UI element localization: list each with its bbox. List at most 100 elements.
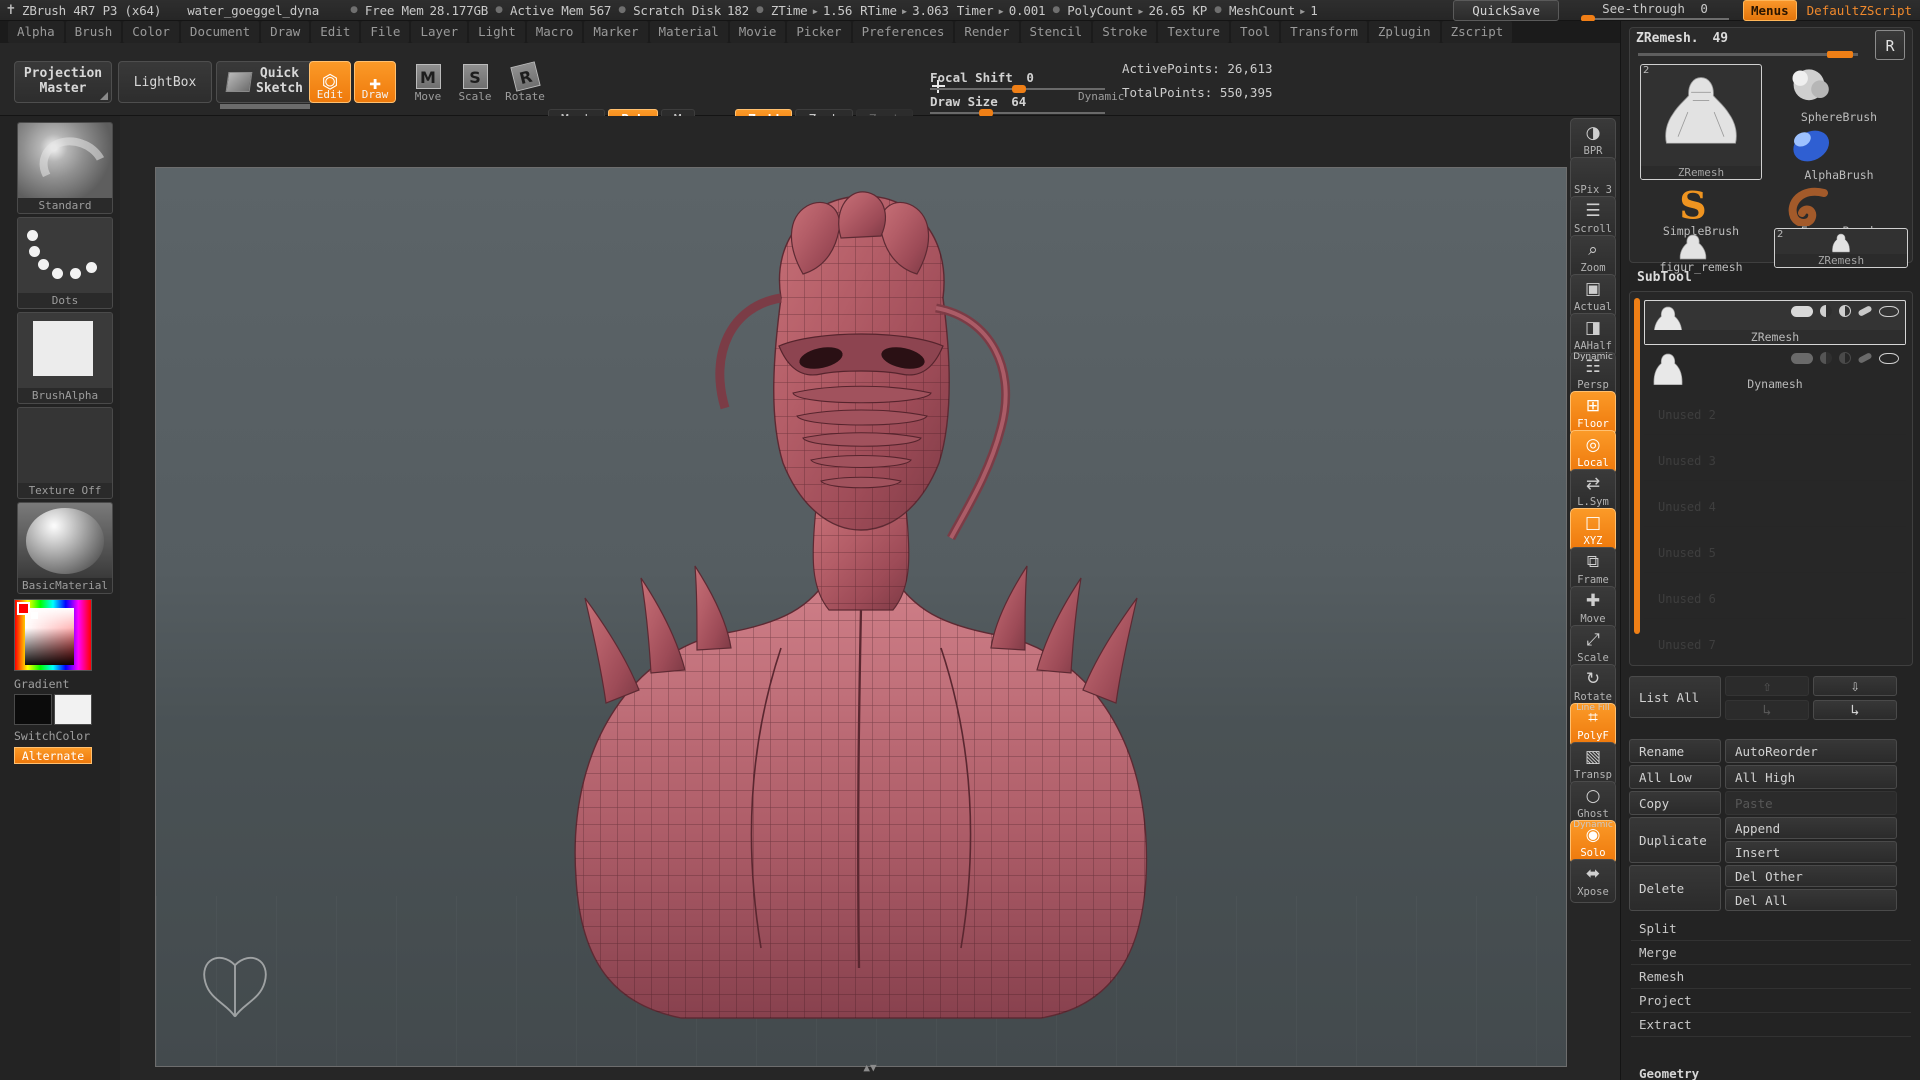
subtool-del-other-button[interactable]: Del Other	[1725, 865, 1897, 887]
color-picker[interactable]	[14, 599, 92, 671]
menu-item-brush[interactable]: Brush	[65, 21, 122, 43]
tool-tile-simplebrush[interactable]: S	[1660, 184, 1726, 228]
menu-item-document[interactable]: Document	[180, 21, 260, 43]
subtool-copy-button[interactable]: Copy	[1629, 791, 1721, 815]
secondary-color-swatch[interactable]	[54, 694, 92, 725]
eye-icon[interactable]	[1879, 305, 1899, 317]
primary-color-marker[interactable]	[17, 602, 30, 615]
rail-button-floor[interactable]: ⊞ Floor	[1570, 391, 1616, 435]
menu-item-stencil[interactable]: Stencil	[1020, 21, 1092, 43]
subtool-unused-slot[interactable]: Unused 6	[1644, 580, 1906, 619]
dynamic-label[interactable]: Dynamic	[1078, 90, 1124, 103]
primary-color-swatch[interactable]	[14, 694, 52, 725]
rail-button-rotate[interactable]: ↻ Rotate	[1570, 664, 1616, 708]
subtool-duplicate-button[interactable]: Duplicate	[1629, 817, 1721, 863]
subtool-visibility-toggles[interactable]	[1791, 352, 1899, 364]
menu-item-picker[interactable]: Picker	[787, 21, 851, 43]
menu-item-layer[interactable]: Layer	[411, 21, 468, 43]
subtool-row-zremesh[interactable]: ZRemesh	[1644, 300, 1906, 345]
subtool-del-all-button[interactable]: Del All	[1725, 889, 1897, 911]
tool-r-button[interactable]: R	[1875, 30, 1905, 60]
move-subtool-up-button[interactable]: ⇧	[1725, 676, 1809, 696]
menu-item-texture[interactable]: Texture	[1158, 21, 1230, 43]
rail-button-move[interactable]: ✚ Move	[1570, 586, 1616, 630]
subtool-unused-slot[interactable]: Unused 3	[1644, 442, 1906, 481]
rail-button-xpose[interactable]: ⬌ Xpose	[1570, 859, 1616, 903]
subtool-visibility-toggles[interactable]	[1791, 305, 1899, 317]
quick-sketch-button[interactable]: Quick Sketch	[216, 61, 314, 103]
stroke-selector[interactable]: Dots	[17, 217, 113, 309]
subtool-unused-slot[interactable]: Unused 5	[1644, 534, 1906, 573]
color-pick-dot[interactable]	[31, 612, 38, 619]
texture-selector[interactable]: Texture Off	[17, 407, 113, 499]
rail-button-ghost[interactable]: ○ Ghost	[1570, 781, 1616, 825]
subtool-rename-button[interactable]: Rename	[1629, 739, 1721, 763]
menu-item-macro[interactable]: Macro	[526, 21, 583, 43]
contrast-circle-icon[interactable]	[1839, 352, 1851, 364]
tool-slider-track[interactable]	[1638, 51, 1858, 58]
subtool-extract-row[interactable]: Extract	[1631, 1013, 1911, 1037]
lightbox-button[interactable]: LightBox	[118, 61, 212, 103]
menu-item-zscript[interactable]: Zscript	[1441, 21, 1513, 43]
paintbrush-icon[interactable]	[1857, 305, 1873, 317]
subtool-append-button[interactable]: Append	[1725, 817, 1897, 839]
rail-button-transp[interactable]: ▧ Transp	[1570, 742, 1616, 786]
section-geometry[interactable]: Geometry	[1639, 1066, 1699, 1080]
move-subtool-down-button[interactable]: ⇩	[1813, 676, 1897, 696]
tool-tile-figur-remesh[interactable]	[1670, 232, 1716, 262]
half-moon-icon[interactable]	[1820, 305, 1832, 317]
rail-button-scroll[interactable]: ☰ Scroll	[1570, 196, 1616, 240]
rail-button-spix[interactable]: SPix 3	[1570, 157, 1616, 201]
viewport-canvas[interactable]	[155, 167, 1567, 1067]
rail-button-solo[interactable]: Dynamic ◉ Solo	[1570, 820, 1616, 864]
subtool-all-high-button[interactable]: All High	[1725, 765, 1897, 789]
menu-item-marker[interactable]: Marker	[584, 21, 648, 43]
menu-item-edit[interactable]: Edit	[311, 21, 360, 43]
rail-button-frame[interactable]: ⧉ Frame	[1570, 547, 1616, 591]
merge-up-button[interactable]: ↳	[1725, 700, 1809, 720]
tool-tile-eraserbrush[interactable]	[1780, 184, 1840, 227]
subtool-autoreorder-button[interactable]: AutoReorder	[1725, 739, 1897, 763]
tool-panel-slider[interactable]	[1638, 51, 1858, 58]
rail-button-bpr[interactable]: ◑ BPR	[1570, 118, 1616, 162]
edit-mode-button[interactable]: ⏣ Edit	[309, 61, 351, 103]
move-mode-button[interactable]: M Move	[408, 64, 448, 103]
rail-button-actual[interactable]: ▣ Actual	[1570, 274, 1616, 318]
alternate-button[interactable]: Alternate	[14, 747, 92, 764]
rail-button-aahalf[interactable]: ◨ AAHalf	[1570, 313, 1616, 357]
tool-tile-zremesh-small[interactable]: 2 ZRemesh	[1774, 228, 1908, 268]
menu-item-light[interactable]: Light	[469, 21, 525, 43]
subtool-split-row[interactable]: Split	[1631, 917, 1911, 941]
menu-item-alpha[interactable]: Alpha	[8, 21, 64, 43]
tool-slider-knob[interactable]	[1827, 51, 1854, 58]
tool-tile-alphabrush[interactable]	[1776, 124, 1842, 168]
default-zscript-label[interactable]: DefaultZScript	[1807, 3, 1912, 18]
projection-master-button[interactable]: Projection Master	[14, 61, 112, 103]
see-through-track[interactable]	[1581, 14, 1729, 22]
menu-item-transform[interactable]: Transform	[1281, 21, 1367, 43]
material-selector[interactable]: BasicMaterial	[17, 502, 113, 594]
rail-button-scale[interactable]: ⤢ Scale	[1570, 625, 1616, 669]
merge-down-button[interactable]: ↳	[1813, 700, 1897, 720]
focal-shift-slider[interactable]: Focal Shift 0	[930, 70, 1105, 93]
toggle-pill-icon[interactable]	[1791, 305, 1813, 317]
menu-item-color[interactable]: Color	[123, 21, 179, 43]
alpha-selector[interactable]: BrushAlpha	[17, 312, 113, 404]
brush-selector[interactable]: Standard	[17, 122, 113, 214]
subtool-scrollbar[interactable]	[1634, 298, 1640, 634]
switchcolor-label[interactable]: SwitchColor	[14, 729, 90, 743]
rail-button-lsym[interactable]: ⇄ L.Sym	[1570, 469, 1616, 513]
toggle-pill-icon[interactable]	[1791, 352, 1813, 364]
menu-item-stroke[interactable]: Stroke	[1093, 21, 1157, 43]
paintbrush-icon[interactable]	[1857, 352, 1873, 364]
rail-button-zoom[interactable]: ⌕ Zoom	[1570, 235, 1616, 279]
rail-button-polyf[interactable]: Line Fill ⌗ PolyF	[1570, 703, 1616, 747]
eye-icon[interactable]	[1879, 352, 1899, 364]
menu-item-render[interactable]: Render	[955, 21, 1019, 43]
contrast-circle-icon[interactable]	[1839, 305, 1851, 317]
subtool-merge-row[interactable]: Merge	[1631, 941, 1911, 965]
canvas-scroll-hint[interactable]: ▲▼	[120, 1061, 1620, 1074]
popup-corner-icon[interactable]	[100, 92, 108, 100]
scale-mode-button[interactable]: S Scale	[455, 64, 495, 103]
menu-item-preferences[interactable]: Preferences	[852, 21, 954, 43]
